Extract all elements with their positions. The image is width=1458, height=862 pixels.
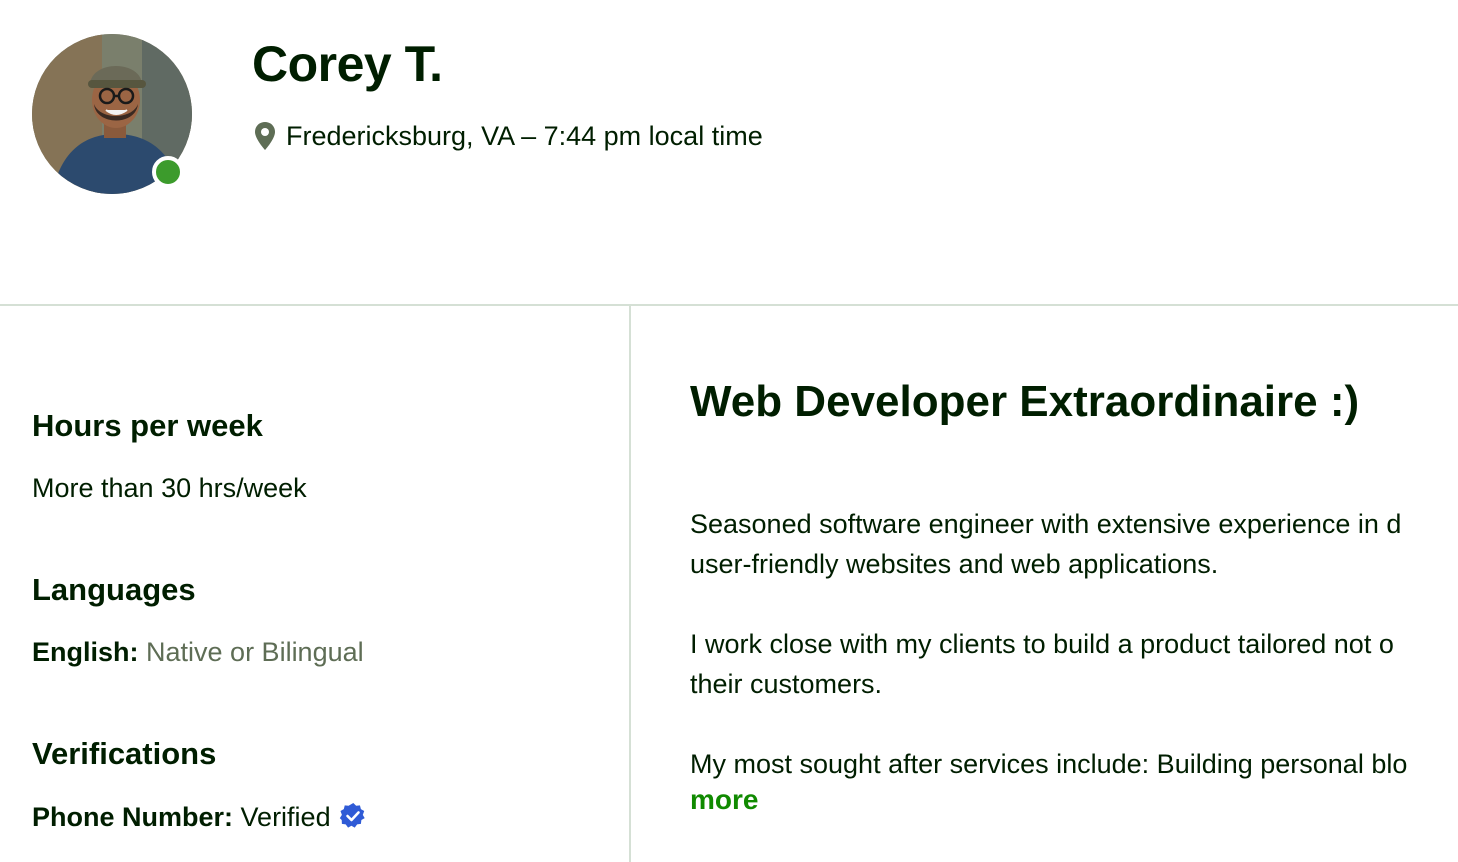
overview-paragraph: Seasoned software engineer with extensiv…: [690, 504, 1401, 584]
verification-item: Phone Number: Verified: [32, 799, 367, 835]
language-name: English:: [32, 637, 139, 667]
overview-paragraph: I work close with my clients to build a …: [690, 624, 1394, 704]
overview-paragraph: My most sought after services include: B…: [690, 744, 1407, 784]
profile-name: Corey T.: [252, 36, 443, 92]
languages-title: Languages: [32, 572, 196, 607]
overview-paragraph-line: their customers.: [690, 669, 883, 699]
verification-status: Verified: [240, 802, 331, 832]
column-divider: [629, 306, 631, 862]
profile-header: Corey T. Fredericksburg, VA – 7:44 pm lo…: [0, 0, 1458, 304]
verifications-title: Verifications: [32, 736, 217, 771]
overview-paragraph-line: user-friendly websites and web applicati…: [690, 549, 1219, 579]
overview-paragraph-line: Seasoned software engineer with extensiv…: [690, 509, 1402, 539]
profile-overview: Web Developer Extraordinaire :) Seasoned…: [690, 306, 1458, 862]
verification-label: Phone Number:: [32, 802, 234, 832]
verified-badge-icon: [339, 802, 367, 830]
language-item: English: Native or Bilingual: [32, 634, 364, 670]
show-more-link[interactable]: more: [690, 782, 758, 818]
profile-headline: Web Developer Extraordinaire :): [690, 377, 1360, 426]
hours-per-week-value: More than 30 hrs/week: [32, 473, 307, 503]
language-level: Native or Bilingual: [146, 637, 364, 667]
online-status-indicator: [152, 156, 184, 188]
avatar-container: [32, 34, 192, 194]
overview-paragraph-line: My most sought after services include: B…: [690, 749, 1408, 779]
location-row: Fredericksburg, VA – 7:44 pm local time: [254, 118, 763, 154]
overview-paragraph-line: I work close with my clients to build a …: [690, 629, 1394, 659]
map-pin-icon: [254, 121, 276, 151]
location-text: Fredericksburg, VA – 7:44 pm local time: [286, 121, 763, 151]
freelancer-profile-page: Corey T. Fredericksburg, VA – 7:44 pm lo…: [0, 0, 1458, 862]
hours-per-week-title: Hours per week: [32, 408, 263, 443]
